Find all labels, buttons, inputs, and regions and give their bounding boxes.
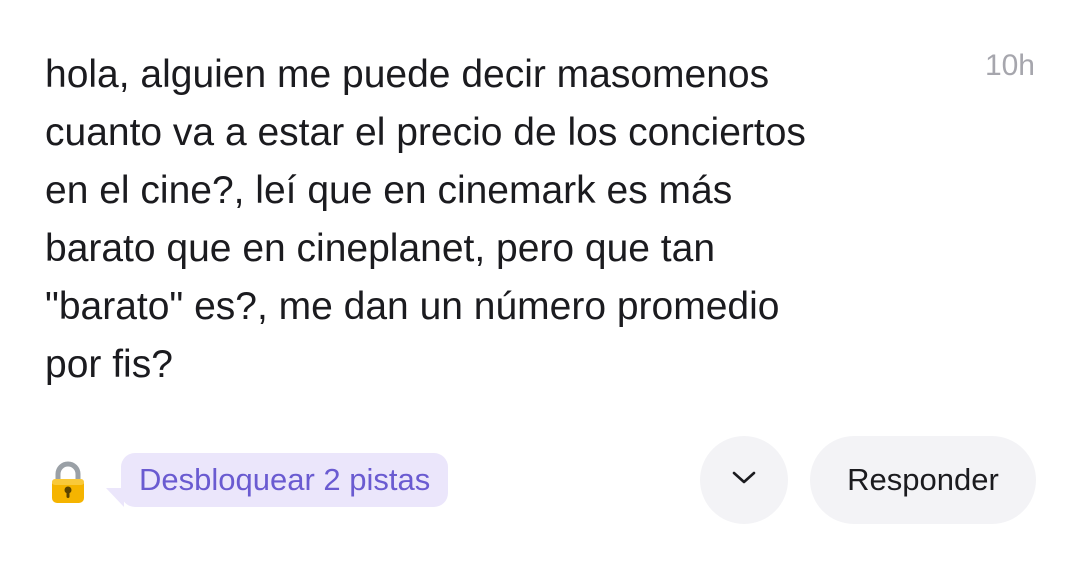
post-timestamp: 10h bbox=[984, 49, 1035, 82]
lock-icon bbox=[46, 460, 90, 504]
reply-label: Responder bbox=[847, 462, 999, 497]
expand-button[interactable] bbox=[700, 436, 788, 524]
unlock-hints-label: Desbloquear 2 pistas bbox=[139, 462, 431, 497]
chevron-down-icon bbox=[731, 470, 757, 491]
question-card: hola, alguien me puede decir masomenos c… bbox=[0, 0, 1080, 566]
reply-button[interactable]: Responder bbox=[810, 436, 1036, 524]
question-text: hola, alguien me puede decir masomenos c… bbox=[45, 53, 806, 386]
unlock-hints-button[interactable]: Desbloquear 2 pistas bbox=[121, 453, 449, 507]
card-footer: Desbloquear 2 pistas Responder bbox=[0, 436, 1080, 524]
